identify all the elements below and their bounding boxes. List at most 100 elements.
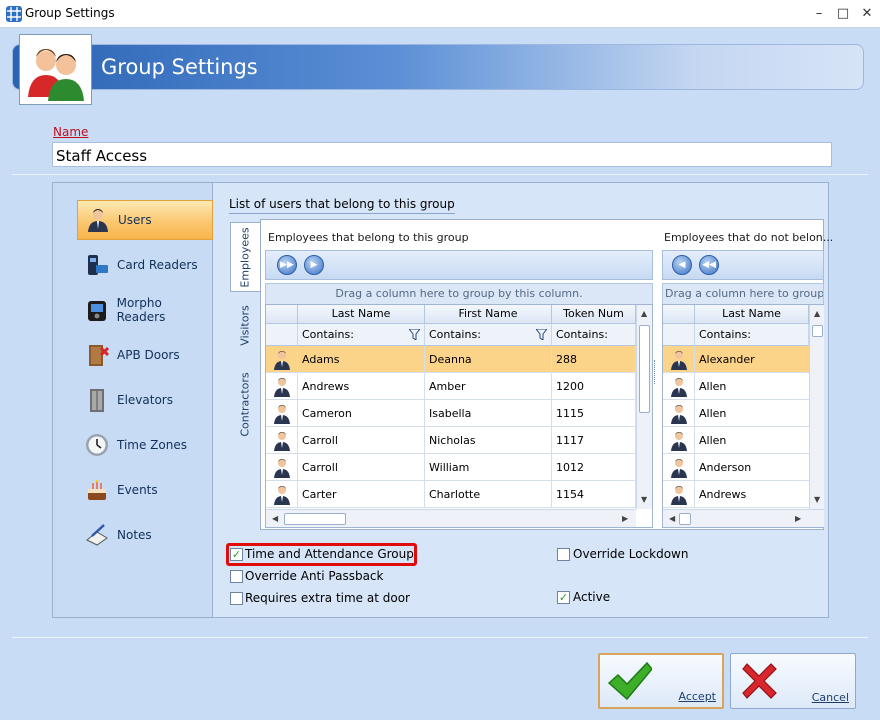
minimize-button[interactable]: –: [806, 4, 832, 24]
vertical-scrollbar[interactable]: ▲ ▼: [636, 305, 652, 509]
table-row[interactable]: Allen: [663, 400, 809, 427]
cell-last-name: Allen: [699, 407, 727, 420]
filter-token-num[interactable]: Contains:: [552, 324, 636, 346]
table-row[interactable]: Carter Charlotte 1154: [266, 481, 636, 508]
time-attendance-label: Time and Attendance Group: [245, 547, 414, 561]
scroll-right-icon: ▶: [795, 514, 802, 523]
cell-token-num: 1200: [552, 373, 636, 400]
active-label: Active: [573, 590, 611, 604]
separator: [12, 174, 868, 175]
checkmark-icon: [607, 661, 652, 701]
tab-employees[interactable]: Employees: [230, 222, 260, 292]
belong-grid-title: Employees that belong to this group: [268, 231, 469, 244]
column-header-icon: [266, 305, 298, 324]
accept-button[interactable]: Accept: [598, 653, 724, 709]
table-row[interactable]: Alexander: [663, 346, 809, 373]
cell-last-name: Andrews: [298, 373, 425, 400]
table-row[interactable]: Anderson: [663, 454, 809, 481]
move-all-right-icon[interactable]: ▶▶: [277, 255, 297, 275]
filter-icon: [536, 329, 547, 340]
name-input[interactable]: Staff Access: [52, 142, 832, 167]
scroll-down-icon: ▼: [814, 495, 821, 504]
filter-last-name[interactable]: Contains:: [298, 324, 425, 346]
splitter-handle[interactable]: [654, 360, 658, 384]
horizontal-scrollbar[interactable]: ◀ ▶: [266, 509, 636, 527]
user-icon: [668, 484, 690, 505]
table-row[interactable]: Adams Deanna 288: [266, 346, 636, 373]
override-anti-passback-label: Override Anti Passback: [245, 569, 384, 583]
not-belong-grid: Last Name Contains: Alexander Allen Allen A…: [662, 304, 824, 528]
scroll-thumb[interactable]: [679, 513, 691, 525]
cell-last-name: Carroll: [298, 427, 425, 454]
column-header-icon: [663, 305, 695, 324]
column-header-last-name[interactable]: Last Name: [695, 305, 809, 324]
separator: [12, 637, 868, 638]
cell-last-name: Allen: [699, 434, 727, 447]
move-all-left-icon[interactable]: ◀◀: [699, 255, 719, 275]
table-row[interactable]: Cameron Isabella 1115: [266, 400, 636, 427]
table-row[interactable]: Allen: [663, 427, 809, 454]
filter-last-name[interactable]: Contains:: [695, 324, 809, 346]
window-title: Group Settings: [25, 6, 115, 20]
sidebar-item-time-zones[interactable]: Time Zones: [77, 425, 213, 465]
tab-visitors[interactable]: Visitors: [230, 294, 260, 356]
sidebar-item-label: Notes: [117, 528, 152, 542]
column-header-last-name[interactable]: Last Name: [298, 305, 425, 324]
not-belong-grid-title: Employees that do not belon...: [664, 231, 834, 244]
not-belong-nav-strip: ◀ ◀◀: [662, 250, 824, 280]
table-row[interactable]: Carroll Nicholas 1117: [266, 427, 636, 454]
override-lockdown-checkbox[interactable]: [557, 548, 570, 561]
sidebar-item-apb-doors[interactable]: APB Doors: [77, 335, 213, 375]
column-header-token-num[interactable]: Token Num: [552, 305, 636, 324]
sidebar-item-events[interactable]: Events: [77, 470, 213, 510]
override-anti-passback-checkbox[interactable]: [230, 570, 243, 583]
scroll-right-icon: ▶: [622, 514, 629, 523]
table-row[interactable]: Allen: [663, 373, 809, 400]
clock-icon: [83, 431, 111, 459]
cell-last-name: Carroll: [298, 454, 425, 481]
table-row[interactable]: Andrews Amber 1200: [266, 373, 636, 400]
sidebar-item-elevators[interactable]: Elevators: [77, 380, 213, 420]
user-icon: [668, 457, 690, 478]
scroll-thumb[interactable]: [284, 513, 346, 525]
sidebar-item-notes[interactable]: Notes: [77, 515, 213, 555]
section-title: List of users that belong to this group: [229, 197, 455, 214]
cell-token-num: 1115: [552, 400, 636, 427]
scroll-thumb[interactable]: [639, 325, 650, 413]
vertical-scrollbar[interactable]: ▲ ▼: [809, 305, 824, 509]
user-icon: [668, 403, 690, 424]
user-icon: [271, 403, 293, 424]
cancel-button[interactable]: Cancel: [730, 653, 856, 709]
filter-first-name[interactable]: Contains:: [425, 324, 552, 346]
card-reader-icon: [83, 251, 111, 279]
table-row[interactable]: Andrews: [663, 481, 809, 508]
scroll-thumb[interactable]: [812, 325, 823, 337]
cell-last-name: Carter: [298, 481, 425, 508]
cancel-label: Cancel: [811, 691, 849, 704]
tab-contractors[interactable]: Contractors: [230, 358, 260, 450]
maximize-button[interactable]: □: [830, 4, 856, 24]
column-header-first-name[interactable]: First Name: [425, 305, 552, 324]
user-icon: [271, 430, 293, 451]
time-attendance-checkbox[interactable]: ✓: [230, 548, 243, 561]
scroll-left-icon: ◀: [272, 514, 279, 523]
move-right-icon[interactable]: ▶: [304, 255, 324, 275]
table-row[interactable]: Carroll William 1012: [266, 454, 636, 481]
user-icon: [668, 430, 690, 451]
horizontal-scrollbar[interactable]: ◀ ▶: [663, 509, 824, 527]
move-left-icon[interactable]: ◀: [672, 255, 692, 275]
cell-token-num: 1012: [552, 454, 636, 481]
sidebar-item-card-readers[interactable]: Card Readers: [77, 245, 213, 285]
group-users-icon: [19, 34, 92, 105]
sidebar-item-morpho-readers[interactable]: Morpho Readers: [77, 290, 213, 330]
notes-icon: [83, 521, 111, 549]
sidebar-item-users[interactable]: Users: [77, 200, 213, 240]
cell-first-name: Charlotte: [425, 481, 552, 508]
cell-first-name: Deanna: [425, 346, 552, 373]
elevator-icon: [83, 386, 111, 414]
belong-nav-strip: ▶▶ ▶: [265, 250, 653, 280]
close-button[interactable]: ✕: [854, 4, 880, 24]
active-checkbox[interactable]: ✓: [557, 591, 570, 604]
app-grid-icon: [6, 6, 22, 22]
extra-time-checkbox[interactable]: [230, 592, 243, 605]
